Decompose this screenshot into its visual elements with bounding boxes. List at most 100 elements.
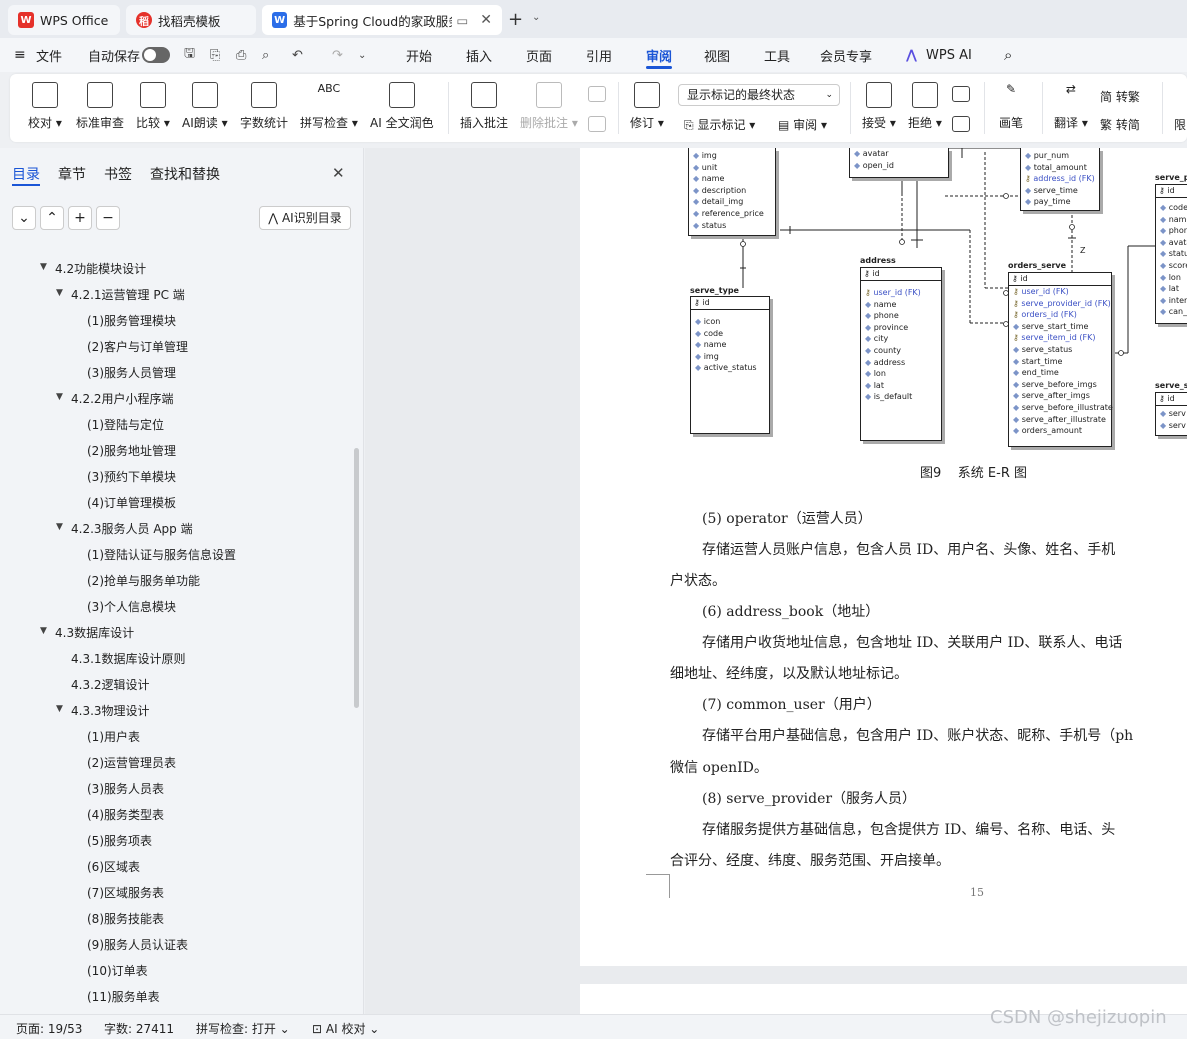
close-pane-icon[interactable]: ✕ bbox=[332, 164, 345, 182]
toc-item[interactable]: (2)服务地址管理 bbox=[87, 442, 176, 459]
toc-item[interactable]: (4)服务类型表 bbox=[87, 806, 164, 823]
menu-start[interactable]: 开始 bbox=[406, 46, 432, 65]
tab-bookmarks[interactable]: 书签 bbox=[104, 164, 132, 184]
tab-chapters[interactable]: 章节 bbox=[58, 164, 86, 184]
compare-button[interactable]: 比较 ▾ bbox=[136, 82, 170, 131]
new-tab-icon[interactable]: + bbox=[508, 9, 523, 30]
pen-button[interactable]: ✎ 画笔 bbox=[998, 82, 1024, 131]
close-tab-icon[interactable]: ✕ bbox=[480, 12, 492, 28]
next-change-icon[interactable] bbox=[952, 116, 970, 132]
restrict-button[interactable]: 限 bbox=[1174, 116, 1186, 133]
toc-item[interactable]: (8)服务技能表 bbox=[87, 910, 164, 927]
toc-item[interactable]: (1)用户表 bbox=[87, 728, 140, 745]
toc-item[interactable]: (1)登陆与定位 bbox=[87, 416, 164, 433]
display-mode-select[interactable]: 显示标记的最终状态 ⌄ bbox=[678, 84, 840, 106]
toc-item[interactable]: 4.2.1运营管理 PC 端 bbox=[71, 286, 185, 303]
toc-item[interactable]: 4.2.2用户小程序端 bbox=[71, 390, 174, 407]
proofread-button[interactable]: 校对 ▾ bbox=[28, 82, 62, 131]
word-count-button[interactable]: 字数统计 bbox=[240, 82, 288, 131]
menu-page[interactable]: 页面 bbox=[526, 46, 552, 65]
toc-expand-toggle-icon[interactable]: ▼ bbox=[56, 392, 63, 402]
hamburger-icon[interactable]: ≡ bbox=[14, 47, 26, 63]
translate-button[interactable]: ⇄ 翻译 ▾ bbox=[1054, 82, 1088, 131]
toc-item[interactable]: (7)区域服务表 bbox=[87, 884, 164, 901]
to-traditional-button[interactable]: 简 转繁 bbox=[1100, 88, 1140, 105]
toc-item[interactable]: (4)订单管理模板 bbox=[87, 494, 176, 511]
menu-wps-ai[interactable]: WPS AI bbox=[926, 48, 972, 63]
prev-change-icon[interactable] bbox=[952, 86, 970, 102]
menu-reference[interactable]: 引用 bbox=[586, 46, 612, 65]
screen-icon[interactable]: ▭ bbox=[456, 13, 468, 28]
revise-button[interactable]: 修订 ▾ bbox=[630, 82, 664, 131]
toc-item[interactable]: (1)服务管理模块 bbox=[87, 312, 176, 329]
toc-item[interactable]: 4.3.3物理设计 bbox=[71, 702, 150, 719]
toc-item[interactable]: 4.2.3服务人员 App 端 bbox=[71, 520, 193, 537]
toc-scrollbar[interactable] bbox=[354, 448, 359, 708]
spell-check-indicator[interactable]: 拼写检查: 打开 ⌄ bbox=[196, 1020, 290, 1037]
more-chevron-icon[interactable]: ⌄ bbox=[358, 50, 366, 61]
undo-icon[interactable]: ↶ bbox=[292, 48, 303, 63]
prev-comment-icon[interactable] bbox=[588, 86, 606, 102]
remove-heading-button[interactable]: − bbox=[96, 206, 120, 230]
word-count-indicator[interactable]: 字数: 27411 bbox=[104, 1020, 174, 1037]
menu-tools[interactable]: 工具 bbox=[764, 46, 790, 65]
show-marks-button[interactable]: ⎘ 显示标记 ▾ bbox=[684, 116, 755, 133]
toc-item[interactable]: (3)预约下单模块 bbox=[87, 468, 176, 485]
file-menu[interactable]: 文件 bbox=[36, 46, 62, 65]
ai-check-indicator[interactable]: ⊡ AI 校对 ⌄ bbox=[312, 1020, 379, 1037]
toc-expand-toggle-icon[interactable]: ▼ bbox=[56, 704, 63, 714]
search-icon[interactable]: ⌕ bbox=[1004, 46, 1012, 64]
ai-toc-button[interactable]: ⋀ AI识别目录 bbox=[259, 206, 351, 230]
standard-review-button[interactable]: 标准审查 bbox=[76, 82, 124, 131]
toc-expand-toggle-icon[interactable]: ▼ bbox=[40, 262, 47, 272]
tab-list-chevron-icon[interactable]: ⌄ bbox=[532, 12, 540, 23]
tab-wps-office[interactable]: W WPS Office bbox=[8, 5, 120, 35]
add-heading-button[interactable]: + bbox=[68, 206, 92, 230]
delete-comment-button[interactable]: 删除批注 ▾ bbox=[520, 82, 578, 131]
toc-item[interactable]: 4.2功能模块设计 bbox=[55, 260, 146, 277]
toc-item[interactable]: (6)区域表 bbox=[87, 858, 140, 875]
spell-check-button[interactable]: ABC 拼写检查 ▾ bbox=[300, 82, 358, 131]
reject-button[interactable]: 拒绝 ▾ bbox=[908, 82, 942, 131]
tab-template[interactable]: 稻 找稻壳模板 bbox=[126, 5, 256, 35]
toc-item[interactable]: (11)服务单表 bbox=[87, 988, 160, 1005]
autosave-toggle[interactable] bbox=[142, 47, 170, 63]
toc-item[interactable]: (1)登陆认证与服务信息设置 bbox=[87, 546, 236, 563]
expand-up-button[interactable]: ⌃ bbox=[40, 206, 64, 230]
toc-item[interactable]: (10)订单表 bbox=[87, 962, 148, 979]
tab-toc[interactable]: 目录 bbox=[12, 164, 40, 184]
menu-insert[interactable]: 插入 bbox=[466, 46, 492, 65]
save-icon[interactable]: 🖫 bbox=[184, 44, 195, 66]
tab-document[interactable]: W 基于Spring Cloud的家政服务 ▭ ✕ bbox=[262, 5, 502, 35]
page-indicator[interactable]: 页面: 19/53 bbox=[16, 1020, 82, 1037]
export-icon[interactable]: ⎘ bbox=[210, 48, 220, 63]
toc-item[interactable]: (2)运营管理员表 bbox=[87, 754, 176, 771]
print-preview-icon[interactable]: ⌕ bbox=[262, 48, 269, 63]
insert-comment-button[interactable]: 插入批注 bbox=[460, 82, 508, 131]
redo-icon[interactable]: ↷ bbox=[332, 48, 343, 63]
collapse-all-button[interactable]: ⌄ bbox=[12, 206, 36, 230]
accept-button[interactable]: 接受 ▾ bbox=[862, 82, 896, 131]
toc-expand-toggle-icon[interactable]: ▼ bbox=[56, 288, 63, 298]
toc-item[interactable]: (3)服务人员管理 bbox=[87, 364, 176, 381]
ai-polish-button[interactable]: AI 全文润色 bbox=[370, 82, 434, 131]
toc-item[interactable]: (3)个人信息模块 bbox=[87, 598, 176, 615]
review-pane-button[interactable]: ▤ 审阅 ▾ bbox=[778, 116, 827, 133]
print-icon[interactable]: ⎙ bbox=[236, 48, 246, 63]
toc-item[interactable]: (2)抢单与服务单功能 bbox=[87, 572, 200, 589]
menu-view[interactable]: 视图 bbox=[704, 46, 730, 65]
toc-item[interactable]: (2)客户与订单管理 bbox=[87, 338, 188, 355]
toc-item[interactable]: (9)服务人员认证表 bbox=[87, 936, 188, 953]
toc-expand-toggle-icon[interactable]: ▼ bbox=[56, 522, 63, 532]
toc-item[interactable]: 4.3.2逻辑设计 bbox=[71, 676, 150, 693]
toc-item[interactable]: 4.3数据库设计 bbox=[55, 624, 134, 641]
toc-item[interactable]: (5)服务项表 bbox=[87, 832, 152, 849]
to-simplified-button[interactable]: 繁 转简 bbox=[1100, 116, 1140, 133]
next-comment-icon[interactable] bbox=[588, 116, 606, 132]
menu-review[interactable]: 审阅 bbox=[646, 46, 672, 65]
tab-find-replace[interactable]: 查找和替换 bbox=[150, 164, 220, 184]
toc-expand-toggle-icon[interactable]: ▼ bbox=[40, 626, 47, 636]
ai-read-button[interactable]: AI朗读 ▾ bbox=[182, 82, 228, 131]
menu-vip[interactable]: 会员专享 bbox=[820, 46, 872, 65]
toc-item[interactable]: 4.3.1数据库设计原则 bbox=[71, 650, 186, 667]
